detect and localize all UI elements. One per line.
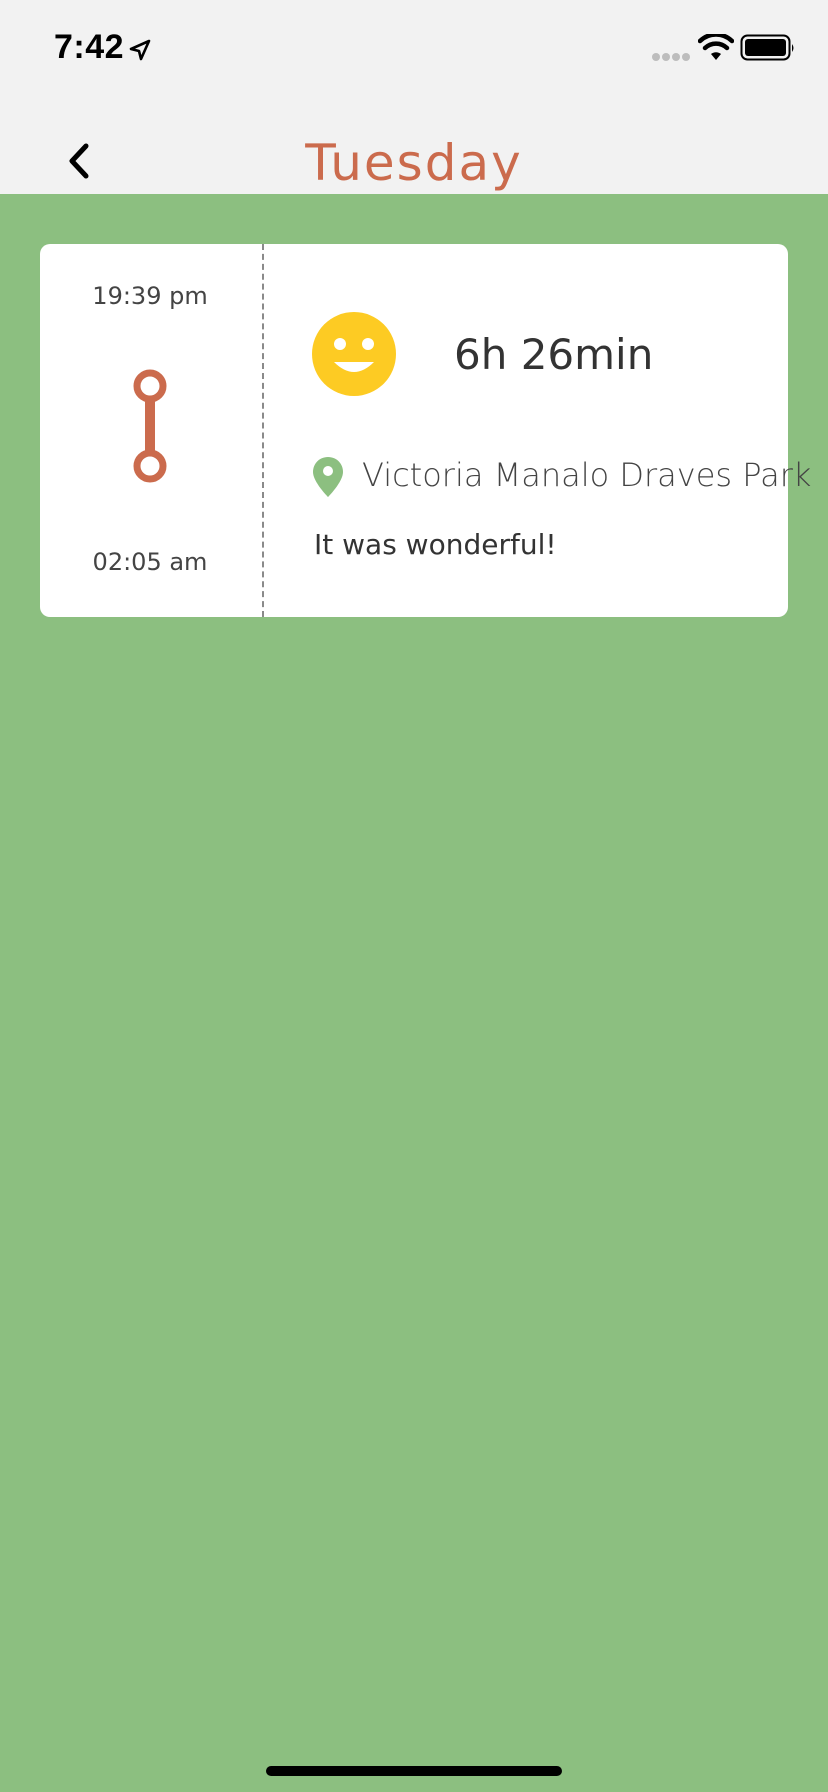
page-title: Tuesday — [305, 134, 523, 192]
battery-icon — [740, 34, 794, 61]
status-time: 7:42 — [54, 28, 125, 66]
sleep-duration: 6h 26min — [454, 330, 654, 379]
entry-note: It was wonderful! — [314, 528, 557, 561]
timeline-icon — [133, 369, 167, 483]
start-time: 19:39 pm — [92, 282, 208, 310]
location-arrow-icon — [129, 39, 151, 61]
wifi-icon — [698, 34, 734, 60]
location-text: Victoria Manalo Draves Park — [362, 456, 812, 494]
end-time: 02:05 am — [92, 548, 208, 576]
cellular-signal-icon — [652, 53, 690, 61]
top-bar: 7:42 Tuesday — [0, 0, 828, 194]
map-pin-icon — [313, 457, 343, 497]
home-indicator[interactable] — [266, 1766, 562, 1776]
dashed-divider — [262, 244, 264, 617]
smiley-face-icon — [312, 312, 396, 396]
sleep-entry-card[interactable]: 19:39 pm 02:05 am 6h 26min Victoria Mana… — [40, 244, 811, 617]
